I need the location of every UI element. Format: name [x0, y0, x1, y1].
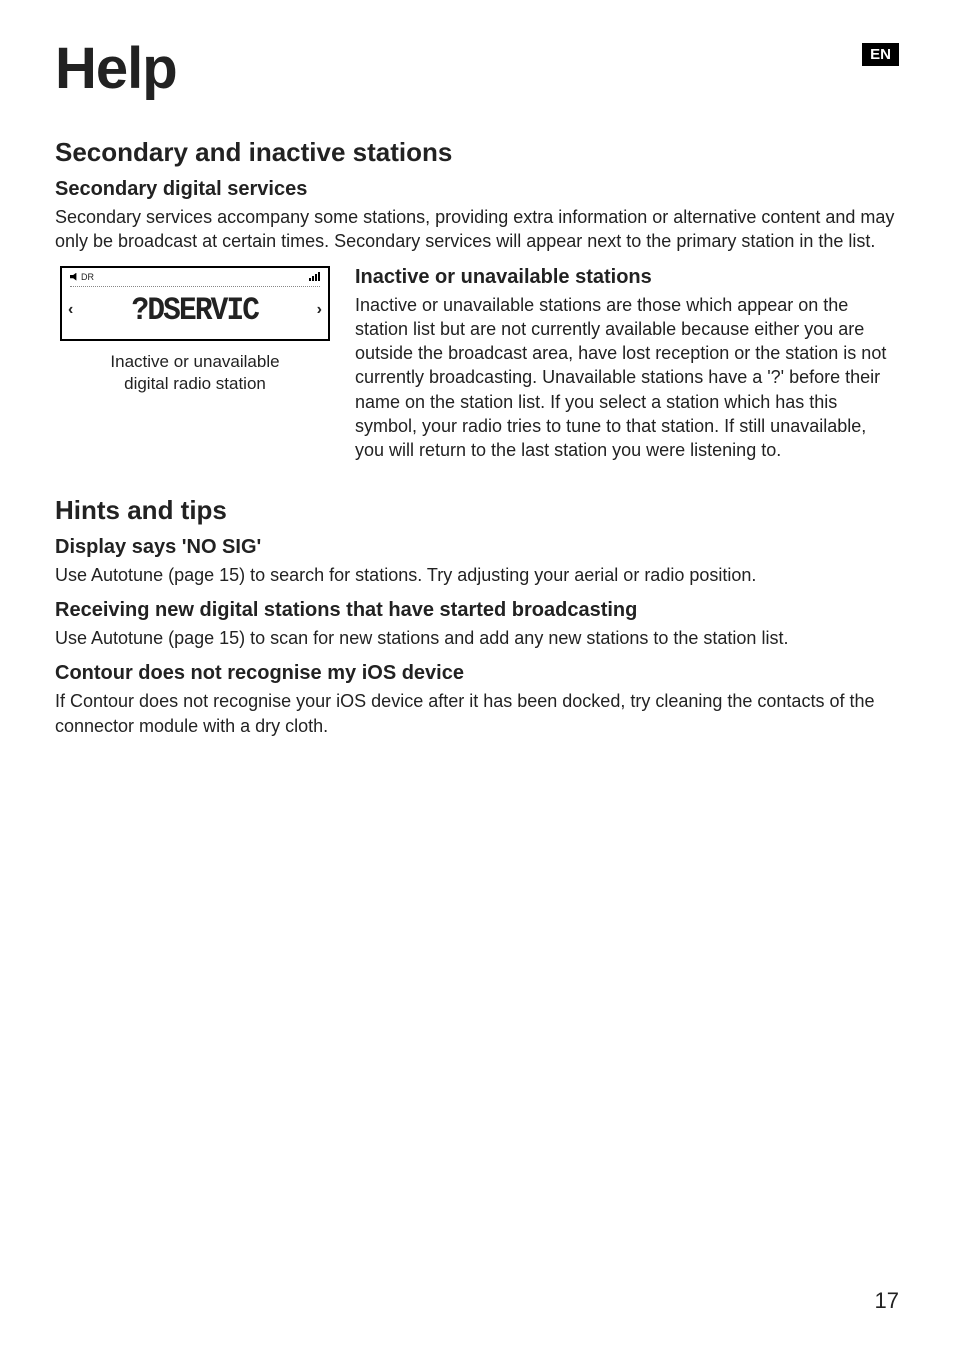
display-column: DR ‹ ?DSERVIC › Inactive or unavailable … [55, 266, 335, 395]
right-arrow-icon: › [317, 301, 322, 319]
body-new-stations: Use Autotune (page 15) to scan for new s… [55, 626, 899, 650]
lcd-top-row: DR [70, 272, 320, 282]
lcd-main-text: ?DSERVIC [132, 292, 259, 329]
subheading-secondary-digital: Secondary digital services [55, 178, 899, 201]
language-badge: EN [862, 43, 899, 66]
lcd-divider [70, 286, 320, 287]
left-arrow-icon: ‹ [68, 301, 73, 319]
lcd-mode-label: DR [81, 272, 94, 282]
body-ios-device: If Contour does not recognise your iOS d… [55, 689, 899, 738]
lcd-main-row: ‹ ?DSERVIC › [68, 292, 322, 329]
lcd-mode-indicator: DR [70, 272, 94, 282]
caption-line-2: digital radio station [124, 374, 266, 393]
inactive-text-column: Inactive or unavailable stations Inactiv… [355, 266, 899, 475]
subheading-inactive: Inactive or unavailable stations [355, 266, 899, 289]
section-heading-1: Secondary and inactive stations [55, 137, 899, 168]
body-no-sig: Use Autotune (page 15) to search for sta… [55, 563, 899, 587]
display-caption: Inactive or unavailable digital radio st… [55, 351, 335, 395]
section-hints-tips: Hints and tips Display says 'NO SIG' Use… [55, 495, 899, 738]
subheading-new-stations: Receiving new digital stations that have… [55, 599, 899, 622]
page-header: Help EN [55, 35, 899, 102]
display-and-text-row: DR ‹ ?DSERVIC › Inactive or unavailable … [55, 266, 899, 475]
section-heading-2: Hints and tips [55, 495, 899, 526]
body-secondary-digital: Secondary services accompany some statio… [55, 205, 899, 254]
page-title: Help [55, 35, 177, 102]
signal-icon [309, 272, 320, 281]
subheading-no-sig: Display says 'NO SIG' [55, 536, 899, 559]
subheading-ios-device: Contour does not recognise my iOS device [55, 662, 899, 685]
body-inactive: Inactive or unavailable stations are tho… [355, 293, 899, 463]
page-number: 17 [875, 1288, 899, 1314]
caption-line-1: Inactive or unavailable [110, 352, 279, 371]
section-secondary-inactive: Secondary and inactive stations Secondar… [55, 137, 899, 475]
speaker-icon [70, 273, 78, 281]
lcd-display: DR ‹ ?DSERVIC › [60, 266, 330, 341]
